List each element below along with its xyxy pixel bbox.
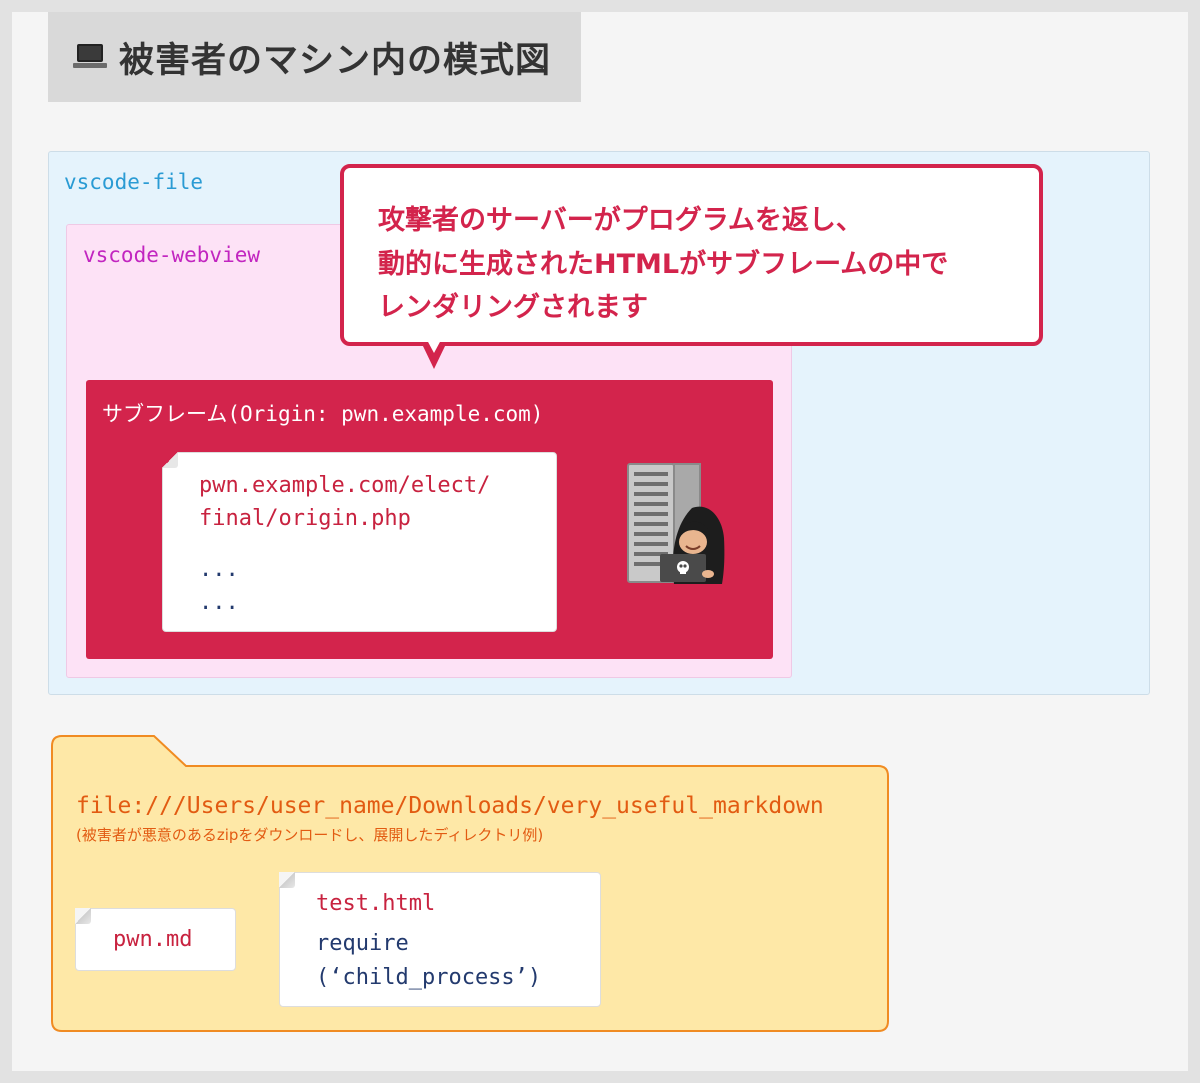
attacker-callout: 攻撃者のサーバーがプログラムを返し、 動的に生成されたHTMLがサブフレームの中… — [340, 164, 1043, 346]
callout-line-1: 攻撃者のサーバーがプログラムを返し、 — [378, 205, 863, 236]
ellipsis-line-1: ... — [199, 557, 239, 582]
file-name-pwn-md: pwn.md — [113, 927, 193, 952]
subframe-label: サブフレーム(Origin: pwn.example.com) — [102, 402, 544, 426]
ellipsis-line-2: ... — [199, 590, 239, 615]
folder-path: file:///Users/user_name/Downloads/very_u… — [76, 793, 824, 819]
code-line-2: (‘child_process’) — [316, 965, 542, 990]
callout-line-3: レンダリングされます — [378, 292, 648, 323]
vscode-file-label: vscode-file — [64, 170, 204, 194]
code-line-1: require — [316, 931, 409, 956]
subframe-url-note: pwn.example.com/elect/ final/origin.php … — [162, 452, 557, 632]
title-bar: 被害者のマシン内の模式図 — [48, 12, 581, 102]
file-test-html: test.html require (‘child_process’) — [279, 872, 601, 1007]
url-line-2: final/origin.php — [199, 506, 411, 531]
file-pwn-md: pwn.md — [75, 908, 236, 971]
callout-line-2: 動的に生成されたHTMLがサブフレームの中で — [378, 249, 949, 280]
hacker-with-server-icon — [627, 463, 725, 584]
url-line-1: pwn.example.com/elect/ — [199, 473, 491, 498]
folder-caption: (被害者が悪意のあるzipをダウンロードし、展開したディレクトリ例) — [76, 826, 544, 844]
page-title: 被害者のマシン内の模式図 — [119, 40, 552, 81]
vscode-webview-label: vscode-webview — [83, 243, 261, 267]
laptop-icon — [73, 44, 107, 70]
file-name-test-html: test.html — [316, 891, 436, 916]
